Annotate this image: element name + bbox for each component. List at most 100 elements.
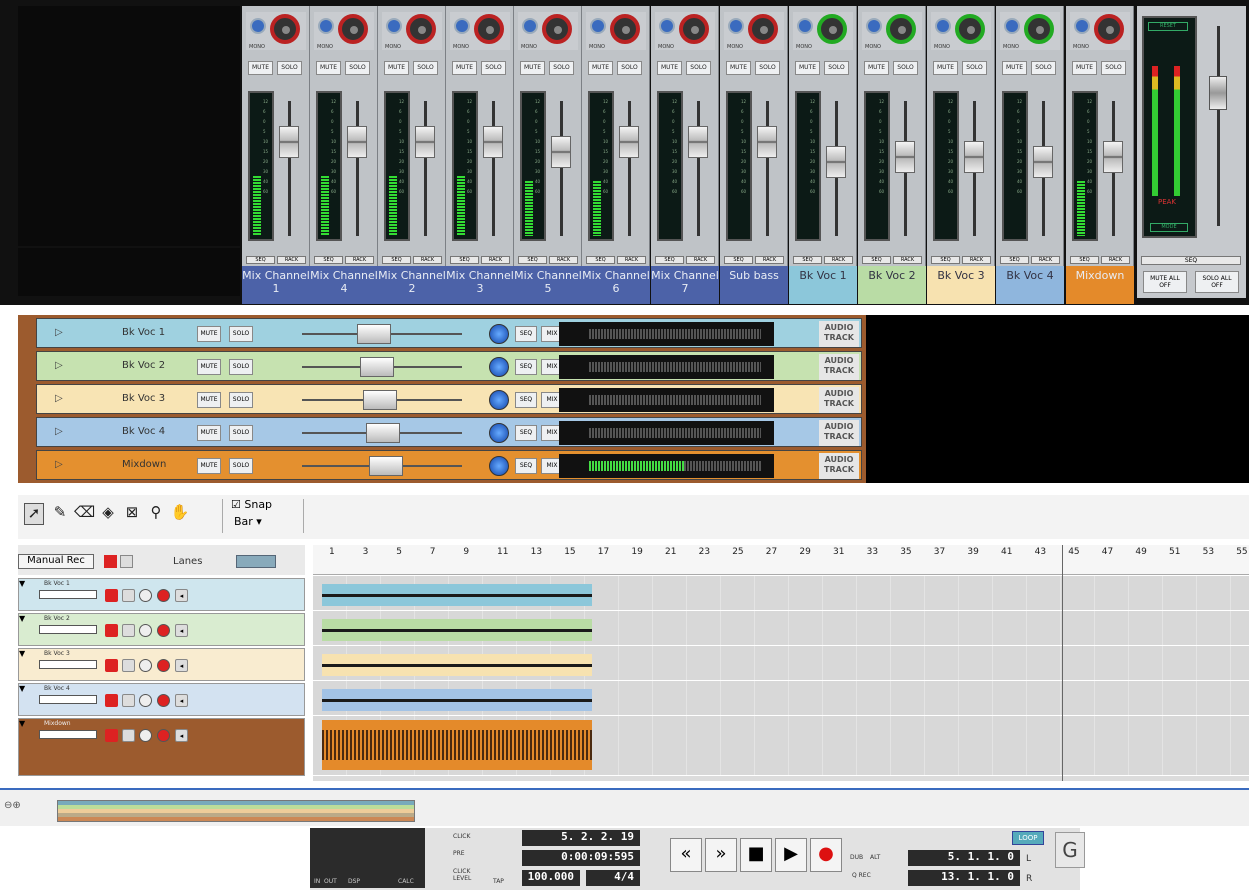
seq-button[interactable]: SEQ [655, 256, 684, 264]
pan-knob[interactable] [489, 456, 509, 476]
rack-button[interactable]: RACK [962, 256, 991, 264]
volume-slider-knob[interactable] [363, 390, 397, 410]
audio-clip[interactable] [322, 619, 592, 641]
timeline-ruler[interactable]: 1 3 5 7 9 11 13 15 17 19 21 23 25 27 29 31 33 35 37 39 41 43 4… [313, 545, 1249, 575]
channel-name[interactable]: Bk Voc 4 [996, 266, 1064, 304]
seq-button[interactable]: SEQ [515, 359, 537, 375]
solo-button[interactable]: SOLO [229, 425, 253, 441]
arrangement-lanes[interactable] [313, 576, 1249, 781]
mute-all-off-button[interactable]: MUTE ALL OFF [1143, 271, 1187, 293]
pan-knob[interactable] [489, 324, 509, 344]
solo-button[interactable]: SOLO [824, 61, 849, 75]
audio-clip[interactable] [322, 584, 592, 606]
tempo-display[interactable]: 100.000 [522, 870, 580, 886]
expand-icon[interactable]: ▷ [55, 459, 63, 470]
end-marker[interactable] [1062, 545, 1063, 781]
loop-button[interactable]: LOOP [1012, 831, 1044, 845]
seq-button[interactable]: SEQ [314, 256, 343, 264]
mute-button[interactable]: MUTE [316, 61, 341, 75]
pan-knob[interactable] [866, 18, 882, 34]
rack-button[interactable]: RACK [1101, 256, 1130, 264]
solo-button[interactable]: SOLO [755, 61, 780, 75]
mute-button[interactable]: MUTE [248, 61, 273, 75]
pan-knob[interactable] [1004, 18, 1020, 34]
click-label[interactable]: CLICK [453, 833, 470, 840]
seq-button[interactable]: SEQ [724, 256, 753, 264]
solo-button[interactable]: SOLO [686, 61, 711, 75]
hand-tool-icon[interactable]: ✋ [170, 503, 190, 525]
rec-enable-button[interactable] [105, 729, 118, 742]
level-knob[interactable] [542, 14, 572, 44]
solo-button[interactable]: SOLO [481, 61, 506, 75]
record-icon[interactable] [157, 659, 170, 672]
volume-slider-knob[interactable] [357, 324, 391, 344]
seq-button[interactable]: SEQ [382, 256, 411, 264]
solo-button[interactable]: SOLO [229, 359, 253, 375]
pan-knob[interactable] [797, 18, 813, 34]
solo-track-button[interactable] [122, 659, 135, 672]
channel-name[interactable]: Mix Channel 7 [651, 266, 719, 304]
rack-button[interactable]: RACK [345, 256, 374, 264]
channel-name[interactable]: Mix Channel 3 [446, 266, 514, 304]
level-knob[interactable] [270, 14, 300, 44]
track-volume-fader[interactable] [39, 625, 97, 634]
seq-button[interactable]: SEQ [515, 458, 537, 474]
pan-knob[interactable] [250, 18, 266, 34]
solo-button[interactable]: SOLO [413, 61, 438, 75]
record-icon[interactable] [157, 624, 170, 637]
channel-name[interactable]: Mixdown [1066, 266, 1134, 304]
magnify-tool-icon[interactable]: ⚲ [146, 503, 166, 525]
signature-display[interactable]: 4/4 [586, 870, 640, 886]
collapse-icon[interactable]: ▼ [19, 614, 25, 623]
pan-knob[interactable] [1074, 18, 1090, 34]
mute-button[interactable]: MUTE [933, 61, 958, 75]
mute-tool-icon[interactable]: ⊠ [122, 503, 142, 525]
pan-knob[interactable] [454, 18, 470, 34]
track-volume-fader[interactable] [39, 695, 97, 704]
mute-button[interactable]: MUTE [864, 61, 889, 75]
solo-button[interactable]: SOLO [229, 392, 253, 408]
time-display[interactable]: 0:00:09:595 [522, 850, 640, 866]
rack-button[interactable]: RACK [617, 256, 646, 264]
pan-knob[interactable] [728, 18, 744, 34]
channel-fader[interactable] [415, 126, 435, 158]
right-locator-display[interactable]: 13. 1. 1. 0 [908, 870, 1020, 886]
rack-button[interactable]: RACK [755, 256, 784, 264]
monitor-icon[interactable] [139, 694, 152, 707]
pan-knob[interactable] [489, 357, 509, 377]
solo-button[interactable]: SOLO [229, 458, 253, 474]
channel-name[interactable]: Bk Voc 3 [927, 266, 995, 304]
speaker-icon[interactable]: ◂ [175, 659, 188, 672]
solo-button[interactable]: SOLO [893, 61, 918, 75]
tap-button[interactable]: TAP [493, 878, 504, 885]
record-icon[interactable] [157, 729, 170, 742]
track-lane[interactable] [313, 681, 1249, 716]
mute-button[interactable]: MUTE [1002, 61, 1027, 75]
lane-button[interactable] [120, 555, 133, 568]
rack-track-row[interactable]: ▷ Bk Voc 1 MUTE SOLO SEQ MIX AUDIO TRACK [36, 318, 862, 348]
solo-track-button[interactable] [122, 624, 135, 637]
reset-button[interactable]: RESET [1148, 22, 1188, 31]
channel-fader[interactable] [1103, 141, 1123, 173]
rack-button[interactable]: RACK [549, 256, 578, 264]
collapse-icon[interactable]: ▼ [19, 684, 25, 693]
mute-button[interactable]: MUTE [197, 326, 221, 342]
play-icon[interactable]: ▶ [775, 838, 807, 872]
rack-button[interactable]: RACK [893, 256, 922, 264]
level-knob[interactable] [679, 14, 709, 44]
song-overview[interactable]: ⊖⊕ [0, 788, 1249, 826]
rec-enable-button[interactable] [105, 589, 118, 602]
channel-fader[interactable] [279, 126, 299, 158]
fast-forward-icon[interactable]: » [705, 838, 737, 872]
channel-name[interactable]: Mix Channel 2 [378, 266, 446, 304]
volume-slider-knob[interactable] [360, 357, 394, 377]
pan-knob[interactable] [386, 18, 402, 34]
monitor-icon[interactable] [139, 589, 152, 602]
pan-knob[interactable] [659, 18, 675, 34]
track-volume-fader[interactable] [39, 660, 97, 669]
dub-button[interactable]: DUB [850, 854, 863, 861]
expand-icon[interactable]: ▷ [55, 393, 63, 404]
stop-icon[interactable]: ■ [740, 838, 772, 872]
monitor-icon[interactable] [139, 659, 152, 672]
level-knob[interactable] [406, 14, 436, 44]
